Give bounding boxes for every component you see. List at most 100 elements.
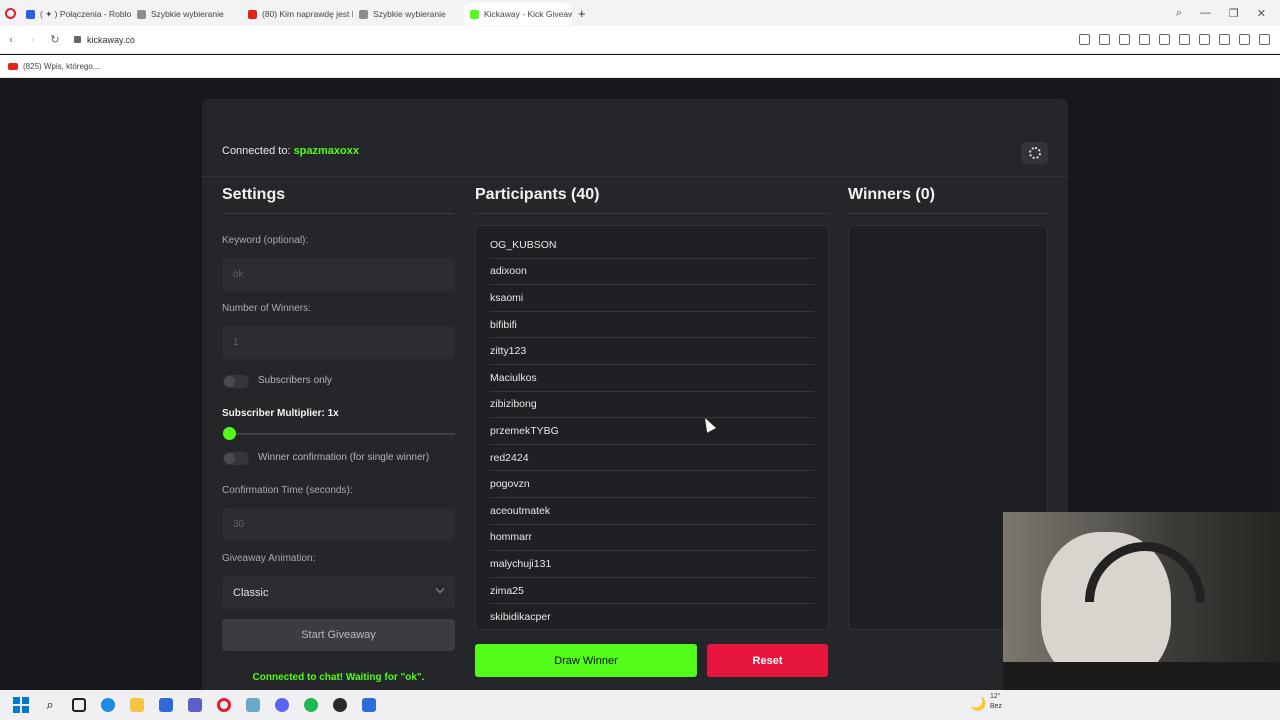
tab-favicon-icon [359, 9, 368, 19]
winners-count-label: Number of Winners: [222, 303, 311, 314]
browser-tab[interactable]: (80) Kim naprawdę jest DA [242, 3, 353, 25]
participant-row: red2424 [490, 445, 814, 472]
winners-count-input[interactable]: 1 [222, 326, 455, 359]
connected-label: Connected to: [222, 145, 291, 157]
winners-underline [848, 213, 1048, 214]
obs-icon[interactable] [331, 696, 349, 714]
tab-title: (80) Kim naprawdę jest DA [262, 9, 353, 19]
channel-name: spazmaxoxx [293, 145, 359, 157]
winners-title: Winners (0) [848, 186, 935, 203]
multiplier-label: Subscriber Multiplier: 1x [222, 408, 339, 419]
edit-icon[interactable] [1079, 34, 1090, 45]
gear-icon [1028, 147, 1041, 159]
bookmark-item[interactable]: (825) Wpis, którego... [23, 62, 99, 71]
browser-tab[interactable]: ( ✦ ) Połączenia - Roblox [20, 3, 131, 25]
weather-icon[interactable]: 🌙 [970, 696, 986, 712]
animation-label: Giveaway Animation: [222, 553, 316, 564]
tab-favicon-icon [137, 9, 146, 19]
search-icon[interactable]: ⌕ [41, 696, 59, 714]
participants-list[interactable]: OG_KUBSON adixoon ksaomi bifibifi zitty123 Ma… [475, 225, 829, 630]
app-icon[interactable] [244, 696, 262, 714]
close-window-icon[interactable]: ✕ [1257, 7, 1266, 20]
participant-row: hommarr [490, 525, 814, 552]
vpn-icon[interactable] [1139, 34, 1150, 45]
browser-tab-bar: ( ✦ ) Połączenia - Roblox Szybkie wybier… [0, 0, 1280, 26]
profile-icon[interactable] [1239, 34, 1250, 45]
animation-select[interactable]: Classic [222, 576, 455, 609]
settings-button[interactable] [1021, 142, 1048, 164]
participant-row: adixoon [490, 259, 814, 286]
multiplier-slider-track[interactable] [229, 433, 455, 435]
keyword-label: Keyword (optional): [222, 235, 309, 246]
participant-row: malychuji131 [490, 551, 814, 578]
browser-tab[interactable]: Szybkie wybieranie [353, 3, 464, 25]
url-field[interactable]: kickaway.co [74, 35, 135, 45]
opera-logo-icon[interactable] [0, 0, 20, 26]
draw-winner-button[interactable]: Draw Winner [475, 644, 697, 677]
edge-icon[interactable] [99, 696, 117, 714]
windows-taskbar: ⌕ 🌙 12° Bez [0, 690, 1280, 720]
reset-button[interactable]: Reset [707, 644, 828, 677]
menu-icon[interactable] [1219, 34, 1230, 45]
search-tabs-icon[interactable]: ⌕ [1176, 7, 1182, 20]
download-icon[interactable] [1199, 34, 1210, 45]
file-explorer-icon[interactable] [128, 696, 146, 714]
winner-confirmation-toggle[interactable] [223, 452, 249, 465]
connection-status: Connected to: spazmaxoxx [222, 145, 359, 157]
header-divider [202, 176, 1068, 177]
animation-value: Classic [233, 586, 269, 599]
heart-icon[interactable] [1179, 34, 1190, 45]
participant-row: zima25 [490, 578, 814, 605]
winner-confirmation-label: Winner confirmation (for single winner) [258, 452, 430, 463]
tab-title: Kickaway - Kick Giveaway [484, 9, 572, 19]
settings-underline [222, 213, 455, 214]
browser-tab[interactable]: Szybkie wybieranie [131, 3, 242, 25]
tab-favicon-icon [26, 9, 35, 19]
weather-text: 12° Bez [990, 693, 1003, 710]
discord-icon[interactable] [273, 696, 291, 714]
multiplier-slider-thumb[interactable] [223, 427, 236, 440]
back-icon[interactable]: ‹ [0, 34, 22, 46]
start-giveaway-button[interactable]: Start Giveaway [222, 619, 455, 651]
giveaway-panel: Connected to: spazmaxoxx Settings Keywor… [202, 99, 1068, 699]
bookmarks-bar: (825) Wpis, którego... [0, 55, 1280, 78]
play-icon[interactable] [1159, 34, 1170, 45]
extensions-icon[interactable] [1259, 34, 1270, 45]
windows-start-icon[interactable] [12, 696, 30, 714]
new-tab-icon[interactable]: + [572, 6, 592, 21]
tab-title: ( ✦ ) Połączenia - Roblox [40, 8, 131, 19]
participant-row: bifibifi [490, 312, 814, 339]
confirmation-time-input[interactable]: 30 [222, 508, 455, 541]
app-icon[interactable] [360, 696, 378, 714]
maximize-icon[interactable]: ❐ [1229, 7, 1239, 20]
tab-title: Szybkie wybieranie [373, 9, 446, 19]
participant-row: Maciulkos [490, 365, 814, 392]
participant-row: skibidikacper [490, 604, 814, 629]
teams-icon[interactable] [186, 696, 204, 714]
opera-taskbar-icon[interactable] [215, 696, 233, 714]
shield-icon[interactable] [1119, 34, 1130, 45]
participant-row: zitty123 [490, 338, 814, 365]
window-controls: ⌕ — ❐ ✕ [1176, 7, 1280, 20]
keyword-input[interactable]: ok [222, 258, 455, 291]
participant-row: aceoutmatek [490, 498, 814, 525]
lock-icon [74, 36, 81, 43]
participants-title: Participants (40) [475, 186, 600, 203]
subscribers-only-label: Subscribers only [258, 375, 332, 386]
tab-favicon-icon [248, 9, 257, 19]
store-icon[interactable] [157, 696, 175, 714]
reload-icon[interactable]: ↻ [44, 33, 66, 46]
task-view-icon[interactable] [70, 696, 88, 714]
minimize-icon[interactable]: — [1200, 7, 1211, 20]
url-text: kickaway.co [87, 34, 135, 45]
participant-row: OG_KUBSON [490, 232, 814, 259]
participant-row: ksaomi [490, 285, 814, 312]
webcam-overlay [1003, 512, 1280, 720]
tab-title: Szybkie wybieranie [151, 9, 224, 19]
subscribers-only-toggle[interactable] [223, 375, 249, 388]
spotify-icon[interactable] [302, 696, 320, 714]
chevron-down-icon [435, 584, 445, 594]
forward-icon[interactable]: › [22, 34, 44, 46]
camera-icon[interactable] [1099, 34, 1110, 45]
browser-tab-active[interactable]: Kickaway - Kick Giveaway ✕ [464, 3, 572, 25]
